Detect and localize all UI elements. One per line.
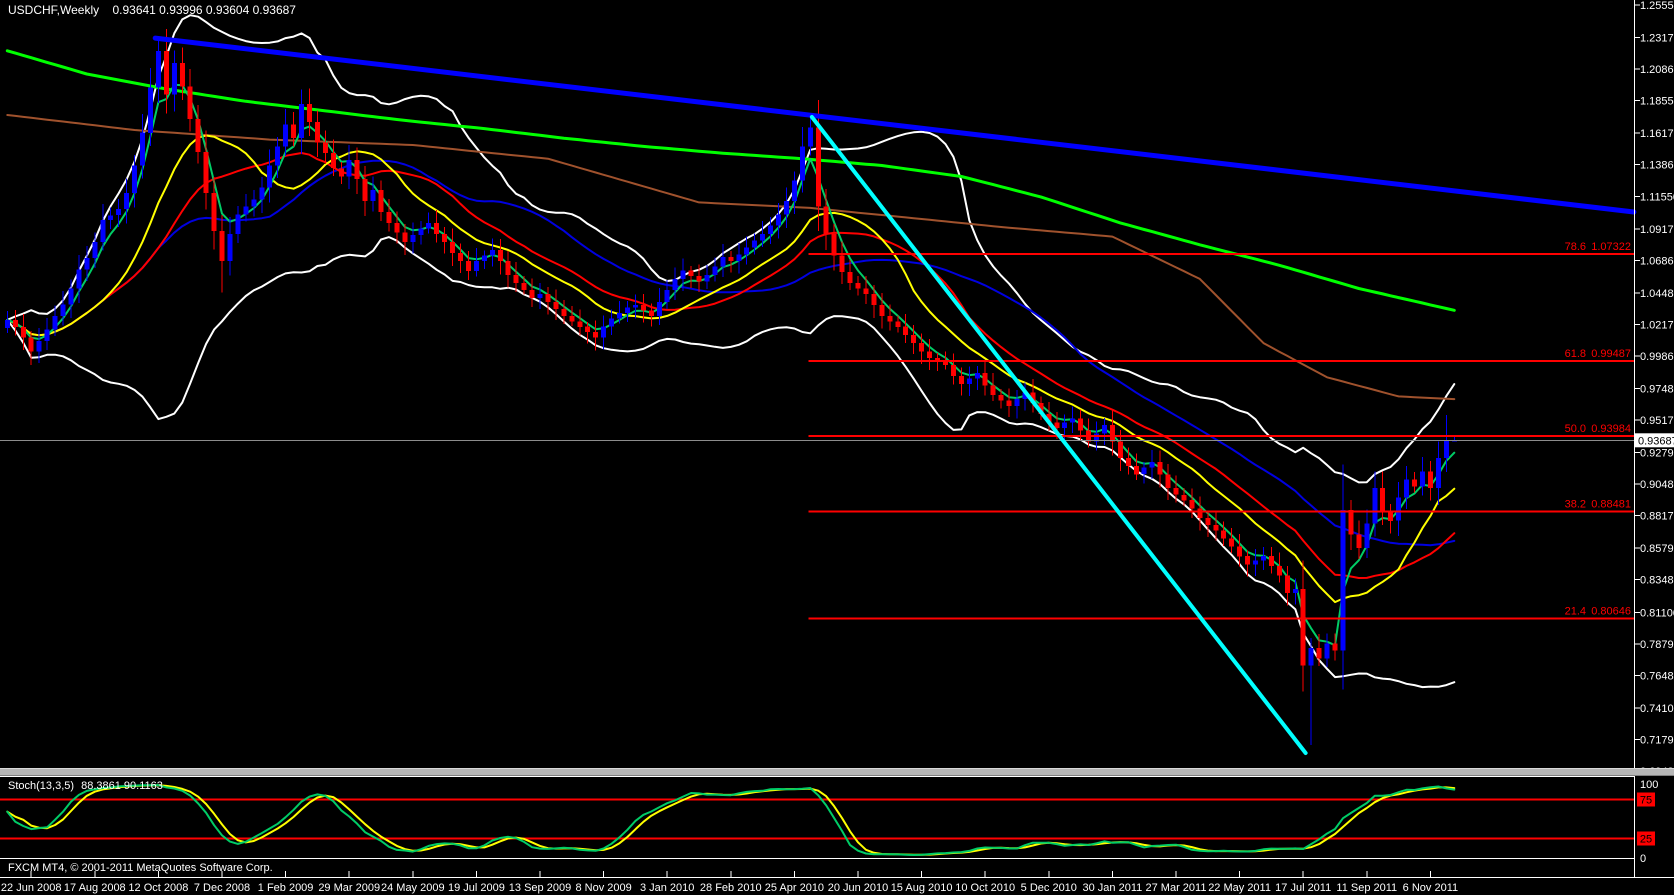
stochastic-indicator-label: Stoch(13,3,5) 88.3861 90.1163: [8, 780, 163, 792]
stochastic-panel[interactable]: [0, 777, 1634, 859]
main-chart-area[interactable]: [0, 0, 1634, 768]
time-axis[interactable]: [0, 877, 1674, 895]
ohlc-values: 0.93641 0.93996 0.93604 0.93687: [112, 3, 296, 17]
symbol-timeframe-label: USDCHF,Weekly: [8, 3, 99, 17]
price-axis[interactable]: [1634, 0, 1674, 877]
chart-title: USDCHF,Weekly 0.93641 0.93996 0.93604 0.…: [8, 3, 296, 17]
terminal-copyright: FXCM MT4, © 2001-2011 MetaQuotes Softwar…: [8, 862, 273, 874]
panel-splitter[interactable]: [0, 768, 1674, 776]
mt4-chart-window: 78.61.0732261.80.9948750.00.9398438.20.8…: [0, 0, 1674, 895]
